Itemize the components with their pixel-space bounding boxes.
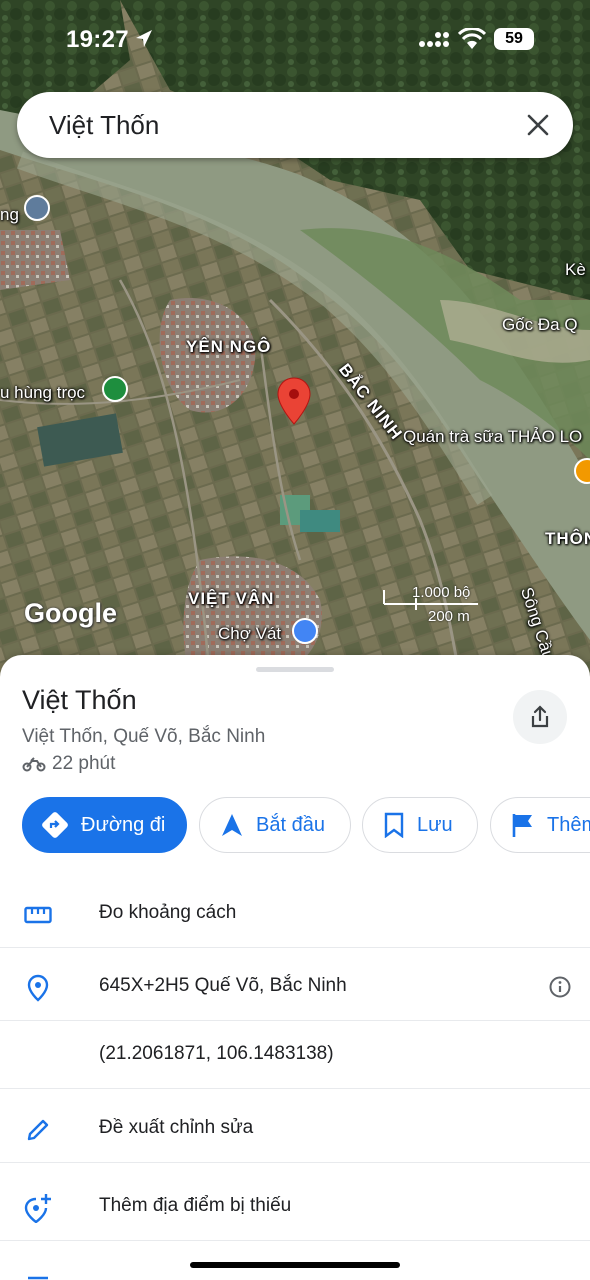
- more-label: Thêm: [547, 813, 590, 836]
- wifi-icon: [458, 28, 486, 49]
- poi-green-icon[interactable]: [102, 376, 128, 402]
- search-bar[interactable]: Việt Thốn: [17, 92, 573, 158]
- share-button[interactable]: [513, 690, 567, 744]
- status-bar: 19:27 59: [0, 0, 590, 80]
- travel-time-value: 22 phút: [52, 753, 116, 774]
- map-label-cho-vat: Chợ Vát: [218, 624, 282, 643]
- suggest-edit-label: Đề xuất chỉnh sửa: [99, 1117, 254, 1138]
- cellular-signal-icon: [419, 32, 449, 47]
- map-scale: 1.000 bộ 200 m: [382, 584, 482, 625]
- map-label: u hùng trọc: [0, 383, 86, 402]
- navigate-icon: [220, 812, 244, 838]
- coordinates-text: (21.2061871, 106.1483138): [99, 1043, 334, 1064]
- location-arrow-icon: [136, 30, 152, 47]
- close-icon[interactable]: [525, 112, 551, 138]
- list-icon: [24, 1271, 52, 1280]
- bookmark-icon: [383, 812, 405, 838]
- map-label: Gốc Đa Q: [502, 315, 578, 334]
- place-address: Việt Thốn, Quế Võ, Bắc Ninh: [22, 726, 266, 747]
- add-location-icon: [24, 1194, 52, 1223]
- place-sheet[interactable]: Việt Thốn Việt Thốn, Quế Võ, Bắc Ninh 22…: [0, 655, 590, 1280]
- save-label: Lưu: [417, 813, 453, 836]
- shopping-cart-icon[interactable]: [292, 618, 318, 644]
- map-label: Kè: [565, 260, 586, 279]
- status-time: 19:27: [66, 26, 129, 53]
- location-pin-icon[interactable]: [276, 376, 312, 426]
- map-label: Quán trà sữa THẢO LO: [403, 427, 583, 446]
- battery-indicator: 59: [494, 28, 534, 50]
- add-missing-place-label: Thêm địa điểm bị thiếu: [99, 1195, 292, 1216]
- map-label-viet-van: VIỆT VÂN: [188, 589, 275, 608]
- start-label: Bắt đầu: [256, 813, 325, 836]
- save-button[interactable]: Lưu: [362, 797, 478, 853]
- scale-label-bottom: 200 m: [428, 608, 470, 625]
- share-icon: [531, 705, 549, 728]
- plus-code-row[interactable]: 645X+2H5 Quế Võ, Bắc Ninh: [0, 953, 590, 1021]
- start-button[interactable]: Bắt đầu: [199, 797, 351, 853]
- plus-code-text: 645X+2H5 Quế Võ, Bắc Ninh: [99, 975, 347, 996]
- travel-time: 22 phút: [22, 753, 115, 775]
- measure-distance-label: Đo khoảng cách: [99, 902, 237, 923]
- motorbike-icon: [22, 757, 46, 772]
- google-logo: Google: [24, 598, 117, 628]
- landmark-icon[interactable]: [24, 195, 50, 221]
- place-title: Việt Thốn: [22, 685, 137, 715]
- directions-label: Đường đi: [81, 813, 166, 836]
- scale-label-top: 1.000 bộ: [412, 584, 471, 601]
- info-icon[interactable]: [548, 975, 572, 999]
- add-missing-place-row[interactable]: Thêm địa điểm bị thiếu: [0, 1173, 590, 1241]
- map-label-yen-ngo: YÊN NGÔ: [186, 337, 272, 356]
- map-view[interactable]: 19:27 59 Việt Thốn ng Kè Gốc Đa Q YÊN NG…: [0, 0, 590, 680]
- ruler-icon: [24, 901, 52, 929]
- coordinates-row[interactable]: (21.2061871, 106.1483138): [0, 1021, 590, 1089]
- directions-icon: [41, 811, 69, 839]
- map-label: ng: [0, 205, 19, 224]
- measure-distance-row[interactable]: Đo khoảng cách: [0, 880, 590, 948]
- more-button[interactable]: Thêm: [490, 797, 590, 853]
- suggest-edit-row[interactable]: Đề xuất chỉnh sửa: [0, 1095, 590, 1163]
- search-query[interactable]: Việt Thốn: [49, 110, 159, 141]
- flag-icon: [511, 812, 535, 838]
- drag-handle[interactable]: [256, 667, 334, 672]
- map-label: THÔN: [545, 529, 590, 548]
- pencil-icon: [24, 1116, 52, 1144]
- location-pin-icon: [24, 974, 52, 1002]
- directions-button[interactable]: Đường đi: [22, 797, 187, 853]
- home-indicator[interactable]: [190, 1262, 400, 1268]
